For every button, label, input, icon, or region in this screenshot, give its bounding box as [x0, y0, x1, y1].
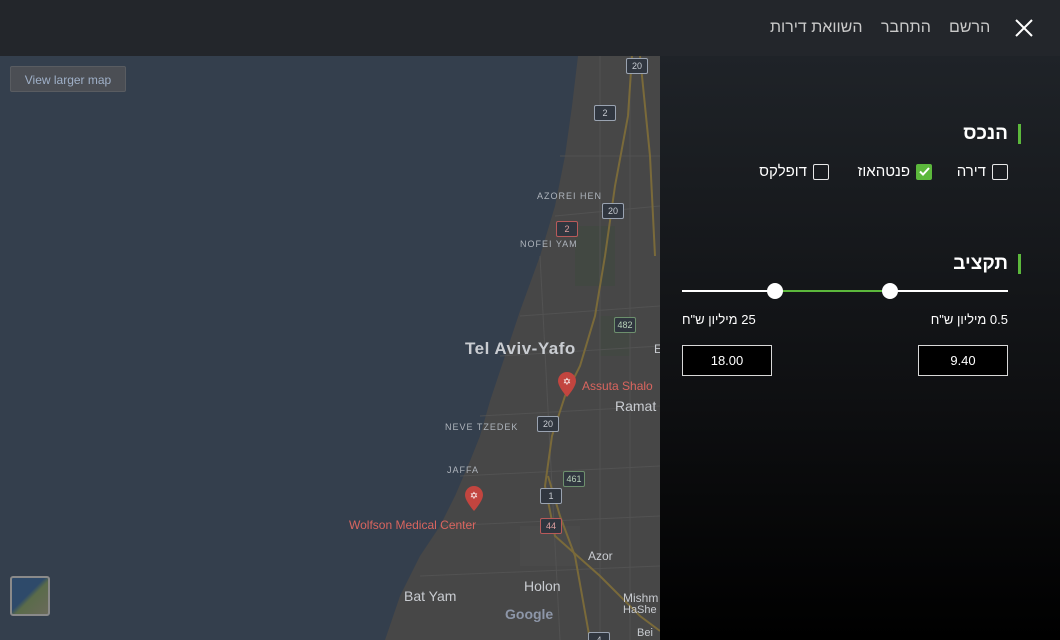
map-label-azor: Azor: [588, 549, 613, 563]
map-label-mishm: Mishm: [623, 591, 659, 605]
svg-text:✡: ✡: [563, 377, 571, 388]
close-icon[interactable]: [1012, 16, 1036, 40]
budget-min-input[interactable]: [918, 345, 1008, 376]
map-view[interactable]: Tel Aviv-Yafo AZOREI HEN NOFEI YAM NEVE …: [0, 56, 660, 640]
property-section-title: הנכס: [963, 124, 1021, 144]
road-shield: 1: [540, 488, 562, 504]
road-shield: 2: [594, 105, 616, 121]
road-shield: 20: [626, 58, 648, 74]
type-option-label: דופלקס: [759, 163, 807, 180]
map-label-wolfson: Wolfson Medical Center: [349, 518, 477, 532]
filter-panel: הנכס דירה פנטהאוז דופלקס תקציב 0.5 מיליו…: [660, 56, 1060, 640]
map-label-bat-yam: Bat Yam: [404, 588, 457, 604]
map-label-nofei-yam: NOFEI YAM: [520, 239, 578, 249]
budget-min-label: 0.5 מיליון ש"ח: [930, 312, 1008, 327]
google-logo: Google: [505, 606, 554, 622]
road-shield: 44: [540, 518, 562, 534]
map-label-neve-tzedek: NEVE TZEDEK: [445, 422, 519, 432]
type-option-label: פנטהאוז: [857, 163, 910, 180]
budget-slider-min-handle[interactable]: [882, 283, 898, 299]
nav-compare-apartments[interactable]: השוואת דירות: [770, 19, 862, 37]
map-label-holon: Holon: [524, 578, 561, 594]
type-option-apartment[interactable]: דירה: [957, 163, 1008, 180]
type-option-penthouse[interactable]: פנטהאוז: [858, 163, 932, 180]
road-shield: 482: [614, 317, 636, 333]
checkbox-duplex[interactable]: [813, 163, 829, 180]
checkmark-icon: [918, 167, 930, 176]
type-option-duplex[interactable]: דופלקס: [759, 163, 829, 180]
road-shield: 2: [556, 221, 578, 237]
budget-max-input[interactable]: [682, 345, 772, 376]
top-bar: השוואת דירות התחבר הרשם: [0, 0, 1060, 56]
satellite-toggle-button[interactable]: [10, 576, 50, 616]
budget-max-label: 25 מיליון ש"ח: [682, 312, 756, 327]
view-larger-map-button[interactable]: View larger map: [10, 66, 126, 92]
hospital-pin-icon[interactable]: ✡: [556, 372, 578, 398]
checkbox-apartment[interactable]: [992, 163, 1008, 180]
road-shield: 4: [588, 632, 610, 640]
map-label-assuta: Assuta Shalo: [582, 379, 653, 393]
type-option-label: דירה: [956, 163, 986, 180]
map-label-ramat: Ramat: [615, 398, 657, 414]
nav-login[interactable]: התחבר: [881, 19, 931, 37]
budget-slider-range: [775, 290, 890, 292]
road-shield: 20: [602, 203, 624, 219]
road-shield: 461: [563, 471, 585, 487]
budget-slider-max-handle[interactable]: [767, 283, 783, 299]
map-label-hashe: HaShe: [623, 604, 657, 616]
map-label-azorei-hen: AZOREI HEN: [537, 191, 603, 201]
nav-register[interactable]: הרשם: [949, 19, 990, 37]
map-label-bei: Bei: [637, 627, 653, 639]
map-label-city: Tel Aviv-Yafo: [465, 339, 576, 358]
svg-text:✡: ✡: [470, 491, 478, 502]
hospital-pin-icon[interactable]: ✡: [463, 486, 485, 512]
road-shield: 20: [537, 416, 559, 432]
map-label-jaffa: JAFFA: [447, 465, 480, 475]
checkbox-penthouse[interactable]: [916, 163, 932, 180]
budget-section-title: תקציב: [953, 254, 1021, 274]
